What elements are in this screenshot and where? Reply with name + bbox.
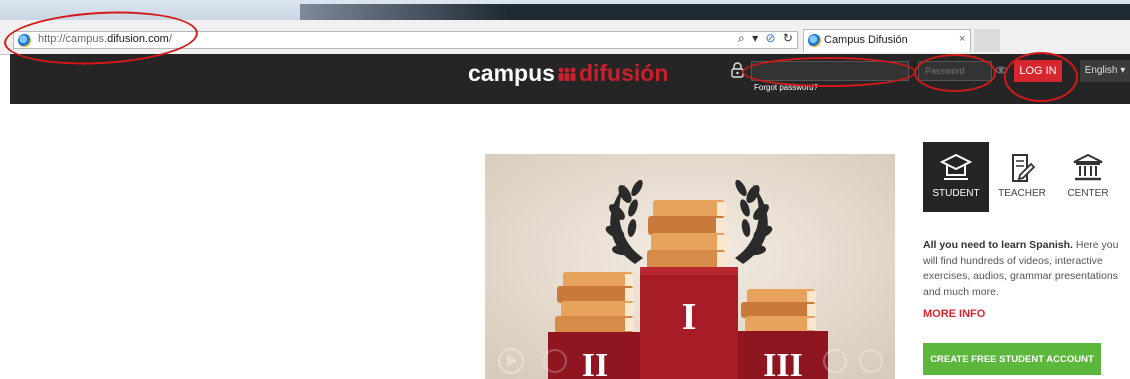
tab-center-label: CENTER: [1067, 188, 1109, 199]
site-logo[interactable]: campus difusión: [468, 60, 668, 87]
login-button[interactable]: LOG IN: [1014, 60, 1062, 82]
institution-icon: [1073, 153, 1103, 181]
password-input[interactable]: [918, 61, 992, 81]
eye-icon[interactable]: [994, 63, 1008, 77]
address-tools: ⌕ ▾ ⊘ ↻: [738, 31, 797, 46]
play-icon[interactable]: [498, 348, 524, 374]
stop-icon[interactable]: ⊘: [765, 31, 775, 45]
address-bar[interactable]: http://campus.difusion.com/: [13, 31, 798, 49]
search-icon[interactable]: ⌕: [738, 31, 745, 45]
role-description: All you need to learn Spanish. Here you …: [923, 238, 1125, 300]
ie-logo-icon: [808, 34, 821, 47]
tab-student-label: STUDENT: [932, 188, 980, 199]
new-tab-button[interactable]: [974, 29, 1000, 52]
more-info-link[interactable]: MORE INFO: [923, 308, 985, 320]
close-icon[interactable]: ×: [959, 33, 965, 45]
tab-student[interactable]: STUDENT: [923, 142, 989, 212]
create-account-button[interactable]: CREATE FREE STUDENT ACCOUNT: [923, 343, 1101, 375]
language-selector[interactable]: English ▾: [1080, 60, 1130, 82]
address-url: http://campus.difusion.com/: [38, 33, 172, 45]
tab-title: Campus Difusión: [824, 34, 908, 46]
window-titlebar: [0, 0, 1130, 20]
graduation-cap-icon: [940, 153, 972, 180]
tab-teacher[interactable]: TEACHER: [989, 142, 1055, 212]
dropdown-icon[interactable]: ▾: [752, 31, 758, 45]
pencil-document-icon: [1012, 154, 1036, 182]
fullscreen-icon[interactable]: [859, 349, 883, 373]
username-input[interactable]: [751, 61, 909, 81]
forgot-password-link[interactable]: Forgot password?: [754, 83, 818, 92]
ie-logo-icon: [18, 34, 31, 47]
people-icon: [557, 60, 577, 87]
podium-first: I: [682, 296, 697, 338]
tab-teacher-label: TEACHER: [998, 188, 1046, 199]
description-headline: All you need to learn Spanish.: [923, 239, 1073, 251]
tab-center[interactable]: CENTER: [1055, 142, 1121, 212]
lock-icon: [731, 62, 744, 78]
browser-tab[interactable]: Campus Difusión ×: [803, 29, 971, 52]
video-controls: [498, 348, 883, 374]
refresh-icon[interactable]: ↻: [783, 31, 793, 45]
